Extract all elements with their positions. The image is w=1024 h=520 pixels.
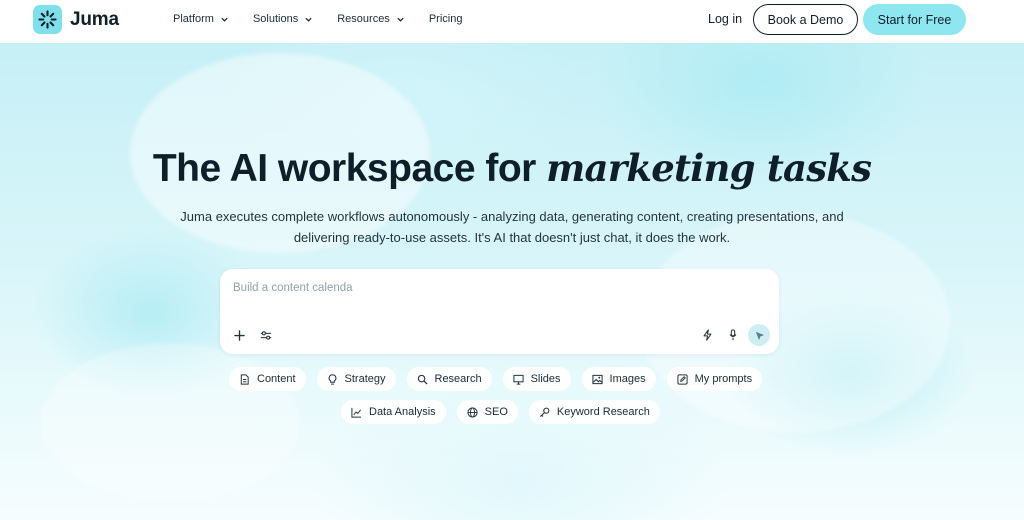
start-free-button[interactable]: Start for Free xyxy=(863,4,966,35)
nav-item-pricing[interactable]: Pricing xyxy=(429,13,463,25)
globe-icon xyxy=(467,406,478,418)
hero-title-italic: marketing tasks xyxy=(546,146,872,190)
nav-item-platform[interactable]: Platform xyxy=(173,13,229,25)
suggestion-chips-secondary: Data Analysis SEO Keyword Research xyxy=(341,400,671,424)
login-link[interactable]: Log in xyxy=(708,12,742,26)
brand-name: Juma xyxy=(70,8,119,30)
prompt-input[interactable] xyxy=(233,279,753,297)
sliders-icon[interactable] xyxy=(256,325,276,345)
chip-label: Slides xyxy=(530,373,561,385)
suggestion-chips-primary: Content Strategy Research Slides Images … xyxy=(229,367,773,391)
chip-data-analysis[interactable]: Data Analysis xyxy=(341,400,446,424)
key-icon xyxy=(539,407,550,417)
prompt-box xyxy=(220,269,779,354)
chip-label: Keyword Research xyxy=(556,406,650,418)
chevron-down-icon xyxy=(221,17,228,22)
chip-label: My prompts xyxy=(694,373,753,385)
hero-subtitle-line1: Juma executes complete workflows autonom… xyxy=(180,209,844,224)
book-demo-button[interactable]: Book a Demo xyxy=(753,4,858,35)
edit-icon xyxy=(677,373,688,385)
chip-label: Content xyxy=(257,373,296,385)
chip-label: Data Analysis xyxy=(369,406,436,418)
chip-label: SEO xyxy=(484,406,508,418)
lightbulb-icon xyxy=(328,373,336,385)
nav-item-resources[interactable]: Resources xyxy=(337,13,405,25)
microphone-icon[interactable] xyxy=(723,325,743,345)
lightning-icon[interactable] xyxy=(697,325,717,345)
chart-icon xyxy=(351,407,362,418)
hero-subtitle-line2: delivering ready-to-use assets. It's AI … xyxy=(293,230,731,245)
chevron-down-icon xyxy=(305,17,312,22)
nav-item-label: Platform xyxy=(173,13,214,25)
nav-item-label: Solutions xyxy=(252,13,299,25)
chip-label: Images xyxy=(609,373,646,385)
brand-logo[interactable]: Juma xyxy=(33,5,119,34)
hero-title: The AI workspace for marketing tasks xyxy=(0,146,1024,191)
search-icon xyxy=(417,374,428,385)
hero-title-plain: The AI workspace for xyxy=(152,147,547,190)
image-icon xyxy=(591,374,603,384)
chevron-down-icon xyxy=(397,17,404,22)
send-button[interactable] xyxy=(748,324,770,346)
burst-icon xyxy=(33,5,62,34)
nav-item-label: Pricing xyxy=(428,13,463,25)
chip-label: Research xyxy=(434,373,482,385)
top-navbar: Juma Platform Solutions Resources Pricin… xyxy=(0,0,1024,43)
chip-keyword-research[interactable]: Keyword Research xyxy=(528,400,660,424)
hero-subtitle: Juma executes complete workflows autonom… xyxy=(112,206,912,248)
chip-slides[interactable]: Slides xyxy=(502,367,571,391)
chip-seo[interactable]: SEO xyxy=(456,400,518,424)
chip-images[interactable]: Images xyxy=(581,367,656,391)
chip-research[interactable]: Research xyxy=(406,367,492,391)
plus-icon[interactable] xyxy=(229,325,249,345)
send-icon xyxy=(755,331,764,340)
main-menu: Platform Solutions Resources Pricing xyxy=(173,13,462,25)
chip-strategy[interactable]: Strategy xyxy=(316,367,396,391)
chip-my-prompts[interactable]: My prompts xyxy=(666,367,763,391)
chip-content[interactable]: Content xyxy=(229,367,306,391)
chip-label: Strategy xyxy=(344,373,386,385)
nav-item-solutions[interactable]: Solutions xyxy=(253,13,313,25)
presentation-icon xyxy=(512,374,524,385)
nav-item-label: Resources xyxy=(337,13,390,25)
document-icon xyxy=(240,373,249,385)
